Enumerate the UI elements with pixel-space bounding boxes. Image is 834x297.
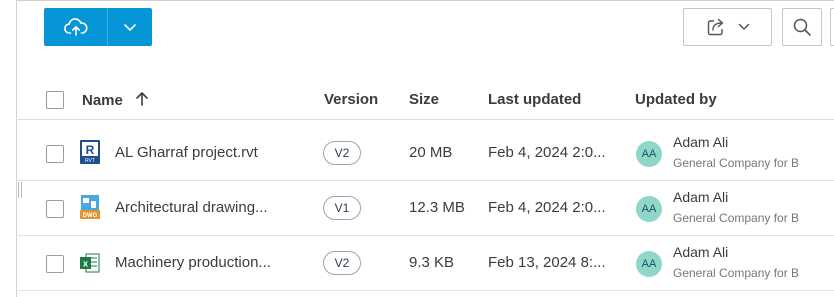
row-checkbox[interactable] xyxy=(46,255,64,273)
chevron-down-icon xyxy=(738,23,749,30)
file-name[interactable]: Architectural drawing... xyxy=(115,199,268,216)
revit-file-icon: R RVT xyxy=(80,140,100,164)
version-badge[interactable]: V2 xyxy=(323,141,361,165)
file-size: 9.3 KB xyxy=(409,254,455,271)
file-size: 12.3 MB xyxy=(409,199,465,216)
excel-file-icon: x xyxy=(80,253,100,273)
svg-text:R: R xyxy=(86,143,95,157)
updated-by-name: Adam Ali xyxy=(673,189,729,205)
share-icon xyxy=(707,18,723,36)
updated-by-company: General Company for B xyxy=(673,211,800,225)
left-panel-edge xyxy=(0,0,16,297)
select-all-checkbox[interactable] xyxy=(46,91,64,109)
version-badge[interactable]: V1 xyxy=(323,196,361,220)
avatar: AA xyxy=(636,141,662,167)
avatar: AA xyxy=(636,196,662,222)
cloud-upload-icon xyxy=(63,18,88,36)
column-version-header[interactable]: Version xyxy=(324,91,378,108)
updated-by-name: Adam Ali xyxy=(673,244,729,260)
table-row[interactable]: R RVT AL Gharraf project.rvt V2 20 MB Fe… xyxy=(16,126,834,181)
dwg-file-icon: DWG xyxy=(80,195,100,219)
updated-by-company: General Company for B xyxy=(673,156,800,170)
search-button[interactable] xyxy=(782,8,822,46)
file-name[interactable]: Machinery production... xyxy=(115,254,271,271)
column-name-header[interactable]: Name xyxy=(82,91,149,109)
more-actions-button[interactable] xyxy=(830,8,834,46)
last-updated: Feb 13, 2024 8:... xyxy=(488,254,606,271)
column-last-updated-header[interactable]: Last updated xyxy=(488,91,581,108)
row-checkbox[interactable] xyxy=(46,145,64,163)
last-updated: Feb 4, 2024 2:0... xyxy=(488,144,606,161)
svg-text:DWG: DWG xyxy=(83,213,98,219)
table-row[interactable]: x Machinery production... V2 9.3 KB Feb … xyxy=(16,236,834,291)
version-badge[interactable]: V2 xyxy=(323,251,361,275)
column-size-header[interactable]: Size xyxy=(409,91,439,108)
arrow-up-icon xyxy=(136,92,148,106)
column-updated-by-header[interactable]: Updated by xyxy=(635,91,717,108)
svg-text:RVT: RVT xyxy=(85,158,95,164)
file-name[interactable]: AL Gharraf project.rvt xyxy=(115,144,258,161)
column-name-label: Name xyxy=(82,92,123,109)
chevron-down-icon xyxy=(124,24,136,31)
table-row[interactable]: DWG Architectural drawing... V1 12.3 MB … xyxy=(16,181,834,236)
upload-button[interactable] xyxy=(44,8,108,46)
svg-text:x: x xyxy=(83,259,88,269)
updated-by-name: Adam Ali xyxy=(673,134,729,150)
file-size: 20 MB xyxy=(409,144,453,161)
row-checkbox[interactable] xyxy=(46,200,64,218)
upload-split-button xyxy=(44,8,152,46)
table-header: Name Version Size Last updated Updated b… xyxy=(16,80,834,120)
updated-by-company: General Company for B xyxy=(673,266,800,280)
last-updated: Feb 4, 2024 2:0... xyxy=(488,199,606,216)
share-button[interactable] xyxy=(683,8,772,46)
search-icon xyxy=(793,18,811,36)
avatar: AA xyxy=(636,251,662,277)
upload-dropdown-button[interactable] xyxy=(108,8,152,46)
